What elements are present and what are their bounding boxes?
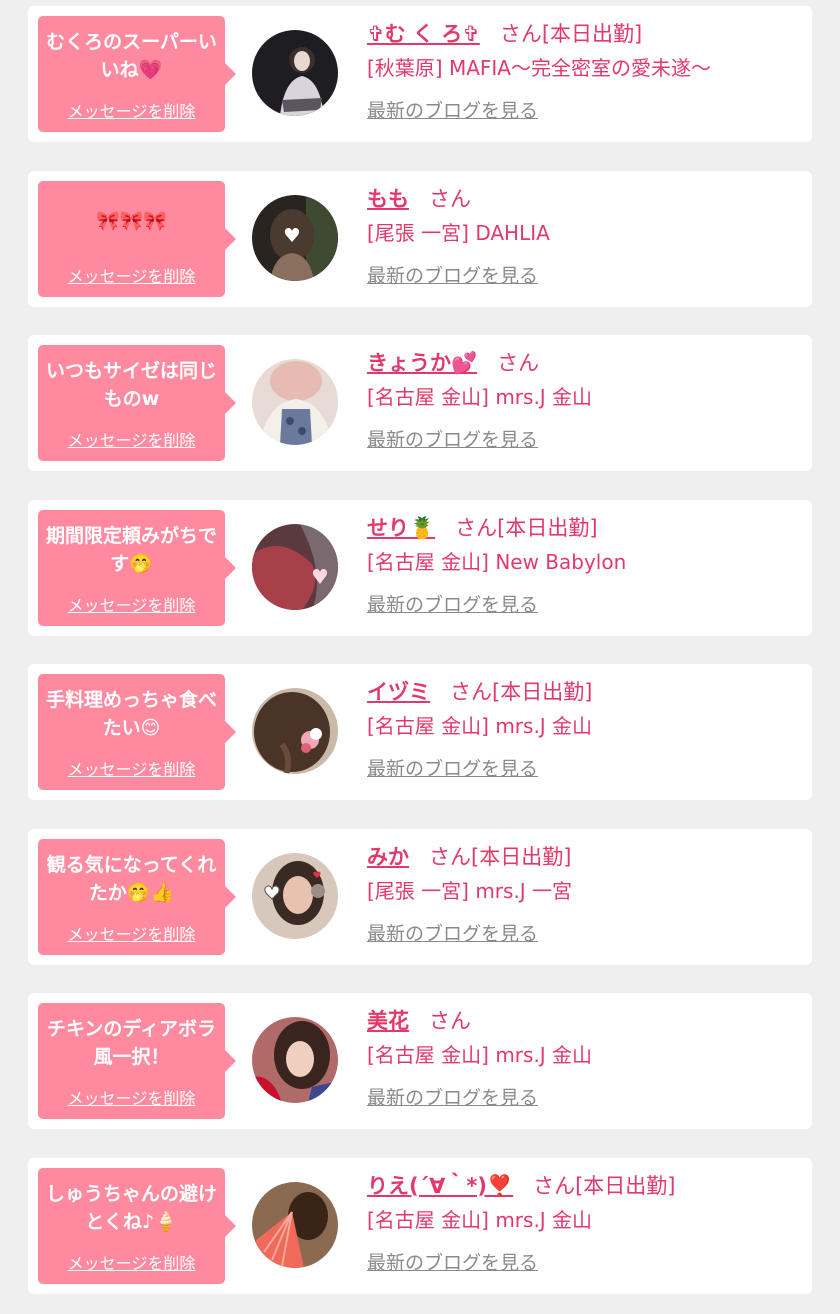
shop-label: [名古屋 金山] New Babylon xyxy=(367,550,627,574)
message-bubble: 観る気になってくれたか🤭👍 メッセージを削除 xyxy=(38,839,236,955)
name-row: せり🍍 さん[本日出勤] xyxy=(367,510,802,544)
cast-name-link[interactable]: きょうか💕 xyxy=(367,347,477,377)
profile-info: イヅミ さん[本日出勤] [名古屋 金山] mrs.J 金山 最新のブログを見る xyxy=(367,674,802,782)
person-photo-icon xyxy=(252,853,338,939)
message-text: いつもサイゼは同じものw xyxy=(45,360,217,410)
latest-blog-link[interactable]: 最新のブログを見る xyxy=(367,1085,802,1111)
message-card: いつもサイゼは同じものw メッセージを削除 きょうか💕 さん [名古屋 金山] … xyxy=(28,335,812,471)
message-card: 観る気になってくれたか🤭👍 メッセージを削除 みか さん[本日出勤] [尾張 一… xyxy=(28,829,812,965)
message-bubble: 手料理めっちゃ食べたい😊 メッセージを削除 xyxy=(38,674,236,790)
message-bubble: むくろのスーパーいいね💗 メッセージを削除 xyxy=(38,16,236,132)
message-card: 🎀🎀🎀 メッセージを削除 もも さん [尾張 一宮] DAHLIA 最新のブログ… xyxy=(28,171,812,307)
profile-info: りえ(´∀｀*)❣️ さん[本日出勤] [名古屋 金山] mrs.J 金山 最新… xyxy=(367,1168,802,1276)
delete-message-link[interactable]: メッセージを削除 xyxy=(68,921,196,945)
message-list: むくろのスーパーいいね💗 メッセージを削除 ✞む く ろ✞ さん[本日出勤] [… xyxy=(0,0,840,1314)
message-bubble: しゅうちゃんの避けとくね♪🍦 メッセージを削除 xyxy=(38,1168,236,1284)
shop-label: [名古屋 金山] mrs.J 金山 xyxy=(367,385,593,409)
delete-message-link[interactable]: メッセージを削除 xyxy=(68,427,196,451)
name-row: みか さん[本日出勤] xyxy=(367,839,802,873)
name-suffix: さん xyxy=(429,1009,471,1033)
profile-info: ✞む く ろ✞ さん[本日出勤] [秋葉原] MAFIA〜完全密室の愛未遂〜 最… xyxy=(367,16,802,124)
shop-label: [名古屋 金山] mrs.J 金山 xyxy=(367,714,593,738)
person-photo-icon xyxy=(252,30,338,116)
name-suffix: さん[本日出勤] xyxy=(499,22,643,46)
name-row: 美花 さん xyxy=(367,1003,802,1037)
message-bubble: チキンのディアボラ風一択！ メッセージを削除 xyxy=(38,1003,236,1119)
cast-name-link[interactable]: りえ(´∀｀*)❣️ xyxy=(367,1170,513,1200)
name-row: きょうか💕 さん xyxy=(367,345,802,379)
cast-name-link[interactable]: 美花 xyxy=(367,1005,409,1035)
cast-name-link[interactable]: ✞む く ろ✞ xyxy=(367,18,480,48)
person-photo-icon xyxy=(252,359,338,445)
avatar[interactable] xyxy=(252,1017,338,1103)
profile-info: みか さん[本日出勤] [尾張 一宮] mrs.J 一宮 最新のブログを見る xyxy=(367,839,802,947)
message-bubble: 期間限定頼みがちです🤭 メッセージを削除 xyxy=(38,510,236,626)
shop-label: [名古屋 金山] mrs.J 金山 xyxy=(367,1043,593,1067)
message-bubble: いつもサイゼは同じものw メッセージを削除 xyxy=(38,345,236,461)
message-text: チキンのディアボラ風一択！ xyxy=(46,1018,217,1068)
shop-label: [秋葉原] MAFIA〜完全密室の愛未遂〜 xyxy=(367,56,711,80)
name-row: ✞む く ろ✞ さん[本日出勤] xyxy=(367,16,802,50)
delete-message-link[interactable]: メッセージを削除 xyxy=(68,1085,196,1109)
cast-name-link[interactable]: イヅミ xyxy=(367,676,430,706)
message-card: 手料理めっちゃ食べたい😊 メッセージを削除 イヅミ さん[本日出勤] [名古屋 … xyxy=(28,664,812,800)
name-row: もも さん xyxy=(367,181,802,215)
delete-message-link[interactable]: メッセージを削除 xyxy=(68,263,196,287)
latest-blog-link[interactable]: 最新のブログを見る xyxy=(367,427,802,453)
person-photo-icon xyxy=(252,1017,338,1103)
message-text: 🎀🎀🎀 xyxy=(96,210,167,232)
message-text: 観る気になってくれたか🤭👍 xyxy=(46,854,217,904)
name-row: りえ(´∀｀*)❣️ さん[本日出勤] xyxy=(367,1168,802,1202)
profile-info: 美花 さん [名古屋 金山] mrs.J 金山 最新のブログを見る xyxy=(367,1003,802,1111)
avatar[interactable] xyxy=(252,688,338,774)
cast-name-link[interactable]: せり🍍 xyxy=(367,512,435,542)
delete-message-link[interactable]: メッセージを削除 xyxy=(68,98,196,122)
name-suffix: さん[本日出勤] xyxy=(455,516,598,540)
name-suffix: さん[本日出勤] xyxy=(533,1174,676,1198)
message-bubble: 🎀🎀🎀 メッセージを削除 xyxy=(38,181,236,297)
message-text: 期間限定頼みがちです🤭 xyxy=(45,525,217,575)
name-suffix: さん[本日出勤] xyxy=(429,845,572,869)
message-text: むくろのスーパーいいね💗 xyxy=(46,31,217,81)
shop-label: [名古屋 金山] mrs.J 金山 xyxy=(367,1208,593,1232)
shop-label: [尾張 一宮] DAHLIA xyxy=(367,221,550,245)
name-suffix: さん xyxy=(429,187,471,211)
shop-label: [尾張 一宮] mrs.J 一宮 xyxy=(367,879,573,903)
delete-message-link[interactable]: メッセージを削除 xyxy=(68,592,196,616)
avatar[interactable] xyxy=(252,195,338,281)
message-card: しゅうちゃんの避けとくね♪🍦 メッセージを削除 りえ(´∀｀*)❣️ さん[本日… xyxy=(28,1158,812,1294)
message-card: 期間限定頼みがちです🤭 メッセージを削除 せり🍍 さん[本日出勤] [名古屋 金… xyxy=(28,500,812,636)
delete-message-link[interactable]: メッセージを削除 xyxy=(68,1250,196,1274)
avatar[interactable] xyxy=(252,30,338,116)
latest-blog-link[interactable]: 最新のブログを見る xyxy=(367,98,802,124)
person-photo-icon xyxy=(252,524,338,610)
name-suffix: さん[本日出勤] xyxy=(450,680,593,704)
latest-blog-link[interactable]: 最新のブログを見る xyxy=(367,592,802,618)
person-photo-icon xyxy=(252,688,338,774)
latest-blog-link[interactable]: 最新のブログを見る xyxy=(367,756,802,782)
message-card: チキンのディアボラ風一択！ メッセージを削除 美花 さん [名古屋 金山] mr… xyxy=(28,993,812,1129)
person-photo-icon xyxy=(252,195,338,281)
avatar[interactable] xyxy=(252,359,338,445)
name-suffix: さん xyxy=(497,351,540,375)
avatar[interactable] xyxy=(252,524,338,610)
cast-name-link[interactable]: みか xyxy=(367,841,409,871)
avatar[interactable] xyxy=(252,853,338,939)
message-text: 手料理めっちゃ食べたい😊 xyxy=(45,689,217,739)
profile-info: きょうか💕 さん [名古屋 金山] mrs.J 金山 最新のブログを見る xyxy=(367,345,802,453)
profile-info: もも さん [尾張 一宮] DAHLIA 最新のブログを見る xyxy=(367,181,802,289)
message-card: むくろのスーパーいいね💗 メッセージを削除 ✞む く ろ✞ さん[本日出勤] [… xyxy=(28,6,812,142)
profile-info: せり🍍 さん[本日出勤] [名古屋 金山] New Babylon 最新のブログ… xyxy=(367,510,802,618)
latest-blog-link[interactable]: 最新のブログを見る xyxy=(367,921,802,947)
name-row: イヅミ さん[本日出勤] xyxy=(367,674,802,708)
person-photo-icon xyxy=(252,1182,338,1268)
delete-message-link[interactable]: メッセージを削除 xyxy=(68,756,196,780)
avatar[interactable] xyxy=(252,1182,338,1268)
cast-name-link[interactable]: もも xyxy=(367,183,409,213)
latest-blog-link[interactable]: 最新のブログを見る xyxy=(367,1250,802,1276)
message-text: しゅうちゃんの避けとくね♪🍦 xyxy=(45,1183,217,1233)
latest-blog-link[interactable]: 最新のブログを見る xyxy=(367,263,802,289)
